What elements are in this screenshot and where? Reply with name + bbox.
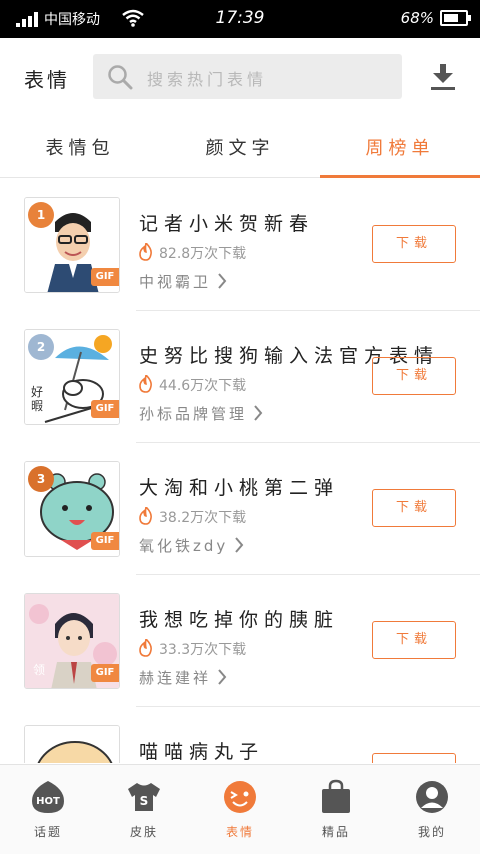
svg-text:暇: 暇 <box>31 399 43 413</box>
chevron-right-icon <box>218 273 227 289</box>
author-name: 中视霸卫 <box>139 273 212 291</box>
nav-label: 话题 <box>33 825 62 839</box>
flame-icon <box>139 243 152 261</box>
sticker-image <box>25 726 119 763</box>
hot-icon: HOT <box>32 781 64 813</box>
tab-indicator <box>320 175 480 178</box>
download-count: 33.3万次下载 <box>159 642 247 658</box>
rank-badge: 2 <box>28 334 54 360</box>
author-link[interactable]: 赫连建祥 <box>139 667 227 688</box>
chevron-right-icon <box>254 405 263 421</box>
profile-icon <box>416 781 448 813</box>
download-count: 44.6万次下载 <box>159 378 247 394</box>
rank-badge: 3 <box>28 466 54 492</box>
author-name: 孙标品牌管理 <box>139 405 248 423</box>
flame-icon <box>139 639 152 657</box>
svg-text:领: 领 <box>33 663 45 677</box>
tab-bar: 表情包 颜文字 周榜单 <box>0 118 480 178</box>
nav-topics[interactable]: HOT 话题 <box>0 765 96 855</box>
ranking-list: 1 GIF 记者小米贺新春 82.8万次下载 中视霸卫 下载 好 暇 2 GIF… <box>0 179 480 763</box>
nav-label: 皮肤 <box>129 825 158 839</box>
download-count: 38.2万次下载 <box>159 510 247 526</box>
download-count: 82.8万次下载 <box>159 246 247 262</box>
download-icon[interactable] <box>431 64 455 90</box>
nav-emoji[interactable]: 表情 <box>192 765 288 855</box>
header: 表情 搜索热门表情 <box>0 38 480 114</box>
download-button[interactable]: 下载 <box>372 357 456 395</box>
gif-badge: GIF <box>91 400 119 418</box>
download-button[interactable]: 下载 <box>372 489 456 527</box>
sticker-title: 我想吃掉你的胰脏 <box>139 609 340 631</box>
rank-badge: 1 <box>28 202 54 228</box>
emoji-icon <box>224 781 256 813</box>
page-title: 表情 <box>24 68 70 92</box>
download-button[interactable]: 下载 <box>372 753 456 763</box>
download-stats: 38.2万次下载 <box>139 507 246 527</box>
download-button[interactable]: 下载 <box>372 621 456 659</box>
sticker-thumbnail: 1 GIF <box>24 197 120 293</box>
bottom-nav: HOT 话题 S 皮肤 表情 精品 我的 <box>0 764 480 854</box>
status-bar: 中国移动 17:39 68% <box>0 0 480 38</box>
chevron-right-icon <box>235 537 244 553</box>
author-name: 赫连建祥 <box>139 669 212 687</box>
sticker-title: 喵喵病丸子 <box>139 741 265 763</box>
author-link[interactable]: 孙标品牌管理 <box>139 403 263 424</box>
sticker-thumbnail: 领 GIF <box>24 593 120 689</box>
search-placeholder: 搜索热门表情 <box>147 70 268 89</box>
sticker-thumbnail: 3 GIF <box>24 461 120 557</box>
chevron-right-icon <box>218 669 227 685</box>
sticker-thumbnail <box>24 725 120 763</box>
search-bar[interactable]: 搜索热门表情 <box>93 54 402 99</box>
gif-badge: GIF <box>91 268 119 286</box>
author-name: 氧化铁zdy <box>139 537 229 555</box>
download-button[interactable]: 下载 <box>372 225 456 263</box>
battery-percent: 68% <box>400 9 434 27</box>
tab-weekly-chart[interactable]: 周榜单 <box>320 118 480 178</box>
flame-icon <box>139 507 152 525</box>
tab-kaomoji[interactable]: 颜文字 <box>160 118 320 178</box>
sticker-title: 大淘和小桃第二弹 <box>139 477 340 499</box>
list-item[interactable]: 喵喵病丸子 下载 <box>0 707 480 763</box>
nav-label: 我的 <box>417 825 446 839</box>
download-stats: 82.8万次下载 <box>139 243 246 263</box>
download-stats: 44.6万次下载 <box>139 375 246 395</box>
gif-badge: GIF <box>91 664 119 682</box>
list-item[interactable]: 3 GIF 大淘和小桃第二弹 38.2万次下载 氧化铁zdy 下载 <box>0 443 480 575</box>
flame-icon <box>139 375 152 393</box>
shirt-icon: S <box>128 783 160 811</box>
author-link[interactable]: 氧化铁zdy <box>139 535 244 556</box>
tab-emoji-packs[interactable]: 表情包 <box>0 118 160 178</box>
nav-profile[interactable]: 我的 <box>384 765 480 855</box>
bag-icon <box>322 779 350 813</box>
svg-text:HOT: HOT <box>36 796 60 807</box>
nav-label: 精品 <box>321 825 350 839</box>
svg-text:好: 好 <box>31 385 43 399</box>
nav-label: 表情 <box>225 825 254 839</box>
author-link[interactable]: 中视霸卫 <box>139 271 227 292</box>
battery-icon <box>440 10 471 26</box>
gif-badge: GIF <box>91 532 119 550</box>
sticker-title: 记者小米贺新春 <box>139 213 315 235</box>
list-item[interactable]: 1 GIF 记者小米贺新春 82.8万次下载 中视霸卫 下载 <box>0 179 480 311</box>
search-icon <box>108 65 133 90</box>
svg-text:S: S <box>140 794 149 808</box>
sticker-thumbnail: 好 暇 2 GIF <box>24 329 120 425</box>
nav-featured[interactable]: 精品 <box>288 765 384 855</box>
list-item[interactable]: 领 GIF 我想吃掉你的胰脏 33.3万次下载 赫连建祥 下载 <box>0 575 480 707</box>
download-stats: 33.3万次下载 <box>139 639 246 659</box>
list-item[interactable]: 好 暇 2 GIF 史努比搜狗输入法官方表情 44.6万次下载 孙标品牌管理 下… <box>0 311 480 443</box>
nav-skins[interactable]: S 皮肤 <box>96 765 192 855</box>
